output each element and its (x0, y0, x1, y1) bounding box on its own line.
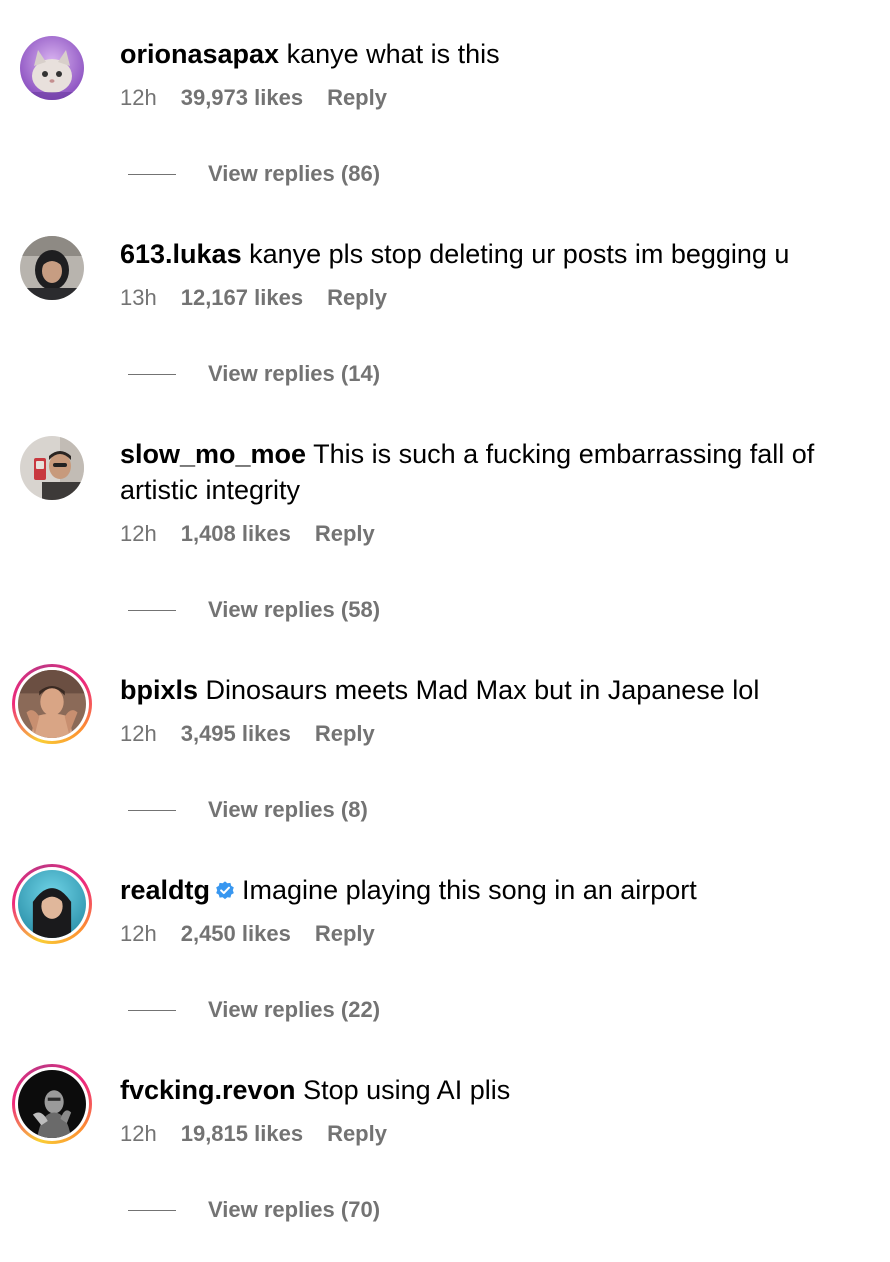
hooded-man-avatar-icon (18, 870, 86, 938)
comment-body: realdtg Imagine playing this song in an … (120, 872, 870, 948)
reply-button[interactable]: Reply (327, 84, 387, 112)
view-replies-button[interactable]: View replies (86) (128, 160, 380, 188)
comment-time[interactable]: 12h (120, 720, 157, 748)
reply-button[interactable]: Reply (315, 920, 375, 948)
replies-divider-line (128, 609, 176, 611)
reply-button[interactable]: Reply (327, 284, 387, 312)
avatar[interactable] (12, 1064, 92, 1144)
avatar[interactable] (12, 664, 92, 744)
story-ring (12, 864, 92, 944)
comment-username[interactable]: 613.lukas (120, 239, 242, 269)
avatar[interactable] (12, 864, 92, 944)
reply-button[interactable]: Reply (327, 1120, 387, 1148)
comment-text: kanye what is this (286, 39, 500, 69)
comment-text-line: slow_mo_moe This is such a fucking embar… (120, 436, 870, 508)
avatar[interactable] (20, 236, 84, 300)
comment-meta: 13h 12,167 likes Reply (120, 284, 870, 312)
view-replies-label: View replies (22) (208, 997, 381, 1022)
view-replies-button[interactable]: View replies (58) (128, 596, 380, 624)
view-replies-button[interactable]: View replies (22) (128, 996, 380, 1024)
replies-divider-line (128, 173, 176, 175)
replies-divider-line (128, 1009, 176, 1011)
comment-username[interactable]: realdtg (120, 875, 210, 905)
story-ring (12, 1064, 92, 1144)
story-ring (12, 664, 92, 744)
view-replies-label: View replies (14) (208, 361, 381, 386)
comment-meta: 12h 2,450 likes Reply (120, 920, 870, 948)
comment-likes[interactable]: 2,450 likes (181, 920, 291, 948)
comment-text: Stop using AI plis (303, 1075, 511, 1105)
comment-meta: 12h 19,815 likes Reply (120, 1120, 870, 1148)
comment-time[interactable]: 12h (120, 920, 157, 948)
comment-text: kanye pls stop deleting ur posts im begg… (249, 239, 790, 269)
comment-text-line: orionasapax kanye what is this (120, 36, 870, 72)
view-replies-button[interactable]: View replies (14) (128, 360, 380, 388)
comment-time[interactable]: 12h (120, 1120, 157, 1148)
comment-text-line: 613.lukas kanye pls stop deleting ur pos… (120, 236, 870, 272)
comment-text-line: bpixls Dinosaurs meets Mad Max but in Ja… (120, 672, 870, 708)
comment-likes[interactable]: 12,167 likes (181, 284, 303, 312)
replies-divider-line (128, 809, 176, 811)
dark-figure-avatar-icon (18, 1070, 86, 1138)
comment-username[interactable]: orionasapax (120, 39, 279, 69)
mirror-selfie-avatar-icon (20, 436, 84, 500)
avatar[interactable] (20, 436, 84, 500)
comment-body: fvcking.revon Stop using AI plis 12h 19,… (120, 1072, 870, 1148)
verified-badge-icon (216, 881, 234, 900)
comment-body: 613.lukas kanye pls stop deleting ur pos… (120, 236, 870, 312)
comment-body: slow_mo_moe This is such a fucking embar… (120, 436, 870, 548)
comment-text: Imagine playing this song in an airport (242, 875, 697, 905)
view-replies-label: View replies (8) (208, 797, 368, 822)
comment-meta: 12h 3,495 likes Reply (120, 720, 870, 748)
replies-divider-line (128, 373, 176, 375)
avatar[interactable] (20, 36, 84, 100)
comment-time[interactable]: 12h (120, 84, 157, 112)
reply-button[interactable]: Reply (315, 520, 375, 548)
comment-text: Dinosaurs meets Mad Max but in Japanese … (205, 675, 760, 705)
reply-button[interactable]: Reply (315, 720, 375, 748)
view-replies-label: View replies (86) (208, 161, 381, 186)
view-replies-button[interactable]: View replies (8) (128, 796, 368, 824)
comment-body: bpixls Dinosaurs meets Mad Max but in Ja… (120, 672, 870, 748)
comment-time[interactable]: 12h (120, 520, 157, 548)
comment-likes[interactable]: 3,495 likes (181, 720, 291, 748)
replies-divider-line (128, 1209, 176, 1211)
comment-time[interactable]: 13h (120, 284, 157, 312)
man-portrait-avatar-icon (18, 670, 86, 738)
comment-username[interactable]: bpixls (120, 675, 198, 705)
comment-likes[interactable]: 19,815 likes (181, 1120, 303, 1148)
hooded-person-avatar-icon (20, 236, 84, 300)
comment-likes[interactable]: 39,973 likes (181, 84, 303, 112)
comment-username[interactable]: fvcking.revon (120, 1075, 296, 1105)
comment-text-line: realdtg Imagine playing this song in an … (120, 872, 870, 908)
comment-meta: 12h 1,408 likes Reply (120, 520, 870, 548)
view-replies-button[interactable]: View replies (70) (128, 1196, 380, 1224)
comment-username[interactable]: slow_mo_moe (120, 439, 306, 469)
comment-meta: 12h 39,973 likes Reply (120, 84, 870, 112)
view-replies-label: View replies (70) (208, 1197, 381, 1222)
comment-text-line: fvcking.revon Stop using AI plis (120, 1072, 870, 1108)
comment-body: orionasapax kanye what is this 12h 39,97… (120, 36, 870, 112)
cat-avatar-icon (20, 36, 84, 100)
view-replies-label: View replies (58) (208, 597, 381, 622)
comment-likes[interactable]: 1,408 likes (181, 520, 291, 548)
